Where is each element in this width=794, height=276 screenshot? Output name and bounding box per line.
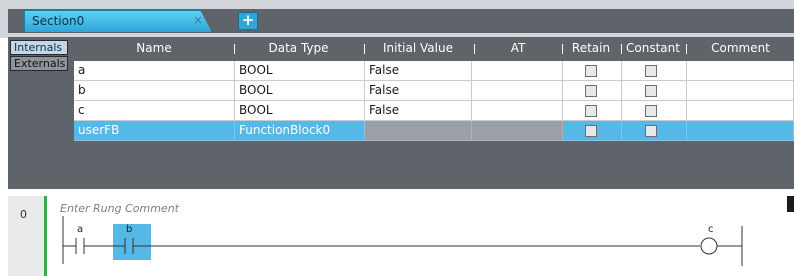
column-header-comment[interactable]: Comment [687,40,794,57]
tab-section0[interactable]: Section0 × [24,10,212,32]
column-header-data-type[interactable]: Data Type [235,40,362,57]
cell-name[interactable]: userFB [74,121,235,141]
cell-name[interactable]: a [74,61,235,81]
cell-name[interactable]: c [74,101,235,121]
table-empty-area[interactable] [74,141,794,189]
cell-data-type[interactable]: BOOL [235,81,365,101]
table-row-selected[interactable]: userFB FunctionBlock0 [74,121,794,141]
contact-a-label: a [77,224,83,235]
column-header-initial-value[interactable]: Initial Value [365,40,471,57]
constant-checkbox[interactable] [645,105,657,117]
add-tab-button[interactable]: + [238,12,258,30]
cell-initial-value[interactable]: False [365,81,472,101]
cell-retain [563,81,622,101]
cell-data-type[interactable]: BOOL [235,61,365,81]
tab-internals[interactable]: Internals [10,40,68,55]
cell-comment[interactable] [687,81,794,101]
retain-checkbox[interactable] [585,105,597,117]
retain-checkbox[interactable] [585,85,597,97]
cell-comment[interactable] [687,101,794,121]
column-header-constant[interactable]: Constant [622,40,684,57]
close-icon[interactable]: × [193,13,203,27]
cell-at[interactable] [472,121,563,141]
cell-at[interactable] [472,61,563,81]
cell-retain [563,61,622,81]
table-row[interactable]: c BOOL False [74,101,794,121]
cell-at[interactable] [472,81,563,101]
cell-constant [622,101,687,121]
cell-constant [622,121,687,141]
tab-label: Section0 [32,14,85,28]
column-header-name[interactable]: Name [74,40,234,57]
cell-initial-value[interactable]: False [365,101,472,121]
contact-b-label: b [126,224,132,235]
tab-externals[interactable]: Externals [10,56,68,71]
cell-constant [622,81,687,101]
column-header-retain[interactable]: Retain [563,40,619,57]
cell-initial-value[interactable]: False [365,61,472,81]
cell-retain [563,101,622,121]
contact-a[interactable]: a [63,224,85,254]
cell-name[interactable]: b [74,81,235,101]
cell-at[interactable] [472,101,563,121]
cell-constant [622,61,687,81]
retain-checkbox[interactable] [585,125,597,137]
cell-data-type[interactable]: FunctionBlock0 [235,121,365,141]
table-row[interactable]: a BOOL False [74,61,794,81]
cell-data-type[interactable]: BOOL [235,101,365,121]
cell-comment[interactable] [687,121,794,141]
column-header-at[interactable]: AT [475,40,561,57]
constant-checkbox[interactable] [645,85,657,97]
cell-retain [563,121,622,141]
constant-checkbox[interactable] [645,125,657,137]
ladder-rung: a b c [62,216,743,266]
coil-c-label: c [708,224,714,235]
table-row[interactable]: b BOOL False [74,81,794,101]
coil-c[interactable]: c [700,224,742,255]
retain-checkbox[interactable] [585,65,597,77]
cell-initial-value[interactable] [365,121,472,141]
cell-comment[interactable] [687,61,794,81]
constant-checkbox[interactable] [645,65,657,77]
